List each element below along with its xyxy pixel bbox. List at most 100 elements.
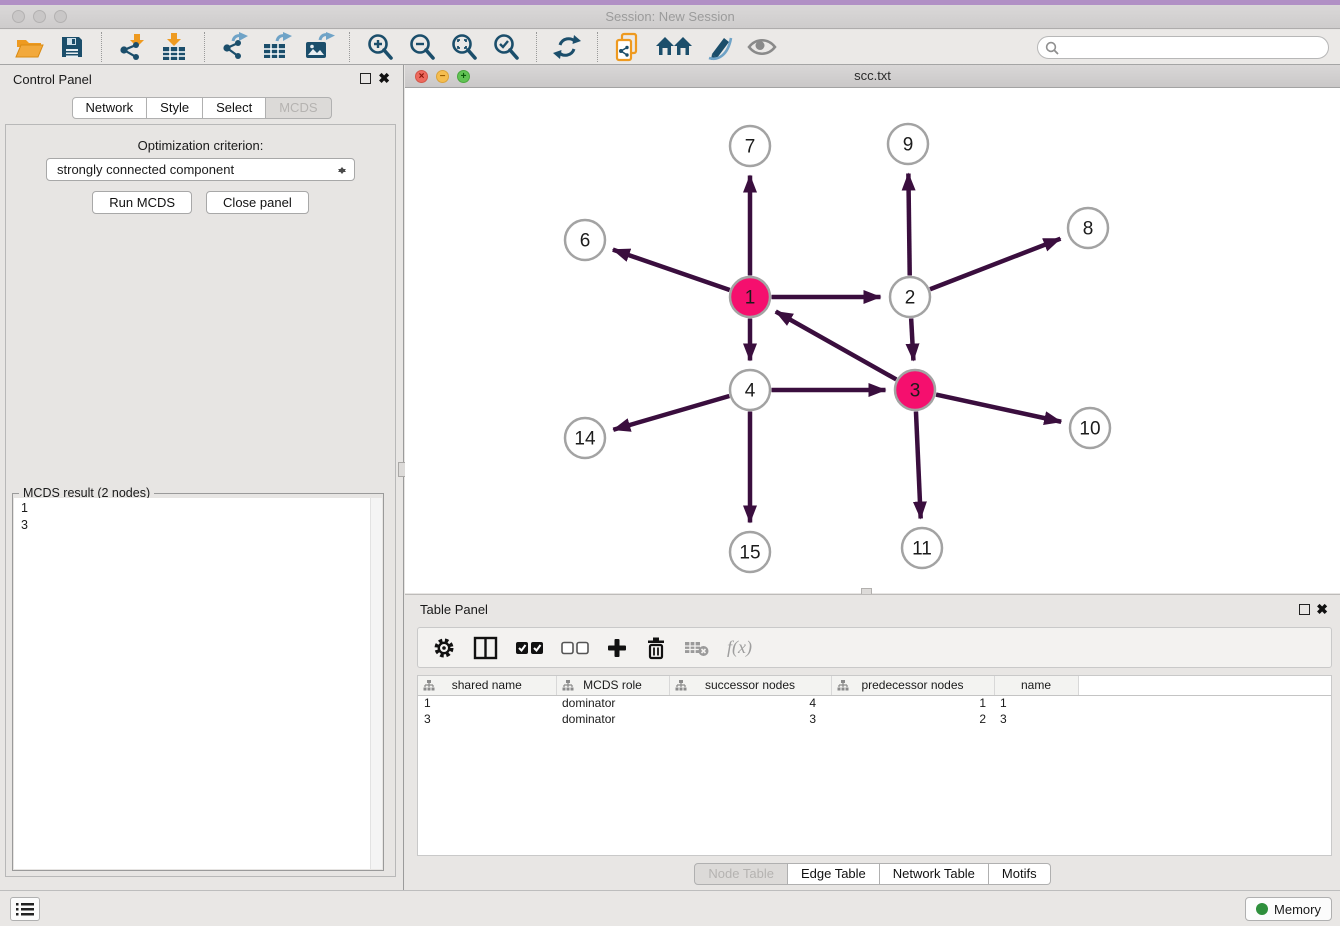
fx-label: f(x) (727, 637, 752, 658)
column-header-shared-name[interactable]: shared name (418, 676, 556, 695)
network-canvas[interactable]: 7 9 6 8 1 2 4 3 14 10 15 11 (405, 88, 1340, 593)
column-header-name[interactable]: name (994, 676, 1078, 695)
toolbar-separator (597, 32, 598, 62)
svg-text:1: 1 (745, 288, 756, 309)
zoom-fit-icon[interactable] (448, 32, 480, 62)
graph-edge-2-9[interactable] (908, 173, 909, 275)
settings-gear-icon[interactable] (432, 634, 456, 662)
mcds-tab-content: Optimization criterion: strongly connect… (5, 124, 396, 877)
graph-node-4[interactable]: 4 (730, 370, 770, 410)
trash-icon[interactable] (645, 634, 667, 662)
graph-edge-3-11[interactable] (916, 411, 921, 518)
task-history-button[interactable] (10, 897, 40, 921)
graph-edge-3-1[interactable] (776, 311, 897, 379)
close-panel-icon[interactable]: ✖ (378, 70, 390, 86)
optimization-criterion-label: Optimization criterion: (6, 138, 395, 153)
tab-network[interactable]: Network (71, 97, 147, 119)
criterion-select[interactable]: strongly connected component (46, 158, 355, 181)
columns-icon[interactable] (473, 634, 499, 662)
svg-text:14: 14 (574, 429, 596, 450)
float-panel-button[interactable] (360, 73, 371, 84)
graph-edge-3-10[interactable] (936, 395, 1061, 422)
memory-status-icon (1256, 903, 1268, 915)
zoom-out-icon[interactable] (406, 32, 438, 62)
column-header-mcds-role[interactable]: MCDS role (556, 676, 669, 695)
import-table-icon[interactable] (158, 32, 190, 62)
function-icon[interactable]: f(x) (727, 634, 752, 662)
memory-label: Memory (1274, 902, 1321, 917)
tab-edge-table[interactable]: Edge Table (788, 863, 880, 885)
graph-node-9[interactable]: 9 (888, 124, 928, 164)
graph-node-7[interactable]: 7 (730, 126, 770, 166)
control-panel: Control Panel ✖ Network Style Select MCD… (0, 65, 404, 890)
graph-node-11[interactable]: 11 (902, 528, 942, 568)
zoom-selected-icon[interactable] (490, 32, 522, 62)
list-icon (16, 902, 34, 917)
run-mcds-button[interactable]: Run MCDS (92, 191, 192, 214)
add-icon[interactable] (606, 634, 628, 662)
search-icon (1045, 41, 1059, 55)
home-icon[interactable] (654, 32, 694, 62)
table-panel: Table Panel ✖ f(x) (405, 594, 1340, 890)
refresh-icon[interactable] (551, 32, 583, 62)
graph-node-10[interactable]: 10 (1070, 408, 1110, 448)
graph-node-3[interactable]: 3 (895, 370, 935, 410)
svg-text:7: 7 (745, 137, 756, 158)
delete-table-icon[interactable] (684, 634, 710, 662)
graph-node-8[interactable]: 8 (1068, 208, 1108, 248)
hide-style-icon[interactable] (704, 32, 736, 62)
import-network-icon[interactable] (116, 32, 148, 62)
clone-network-icon[interactable] (612, 32, 644, 62)
mcds-result-item: 3 (21, 517, 382, 534)
column-header-predecessor-nodes[interactable]: predecessor nodes (831, 676, 994, 695)
tab-select[interactable]: Select (203, 97, 266, 119)
graph-node-2[interactable]: 2 (890, 277, 930, 317)
table-tabs: Node Table Edge Table Network Table Moti… (405, 863, 1340, 885)
column-header-successor-nodes[interactable]: successor nodes (669, 676, 831, 695)
zoom-in-icon[interactable] (364, 32, 396, 62)
graph-node-1[interactable]: 1 (730, 277, 770, 317)
graph-node-15[interactable]: 15 (730, 532, 770, 572)
close-panel-button[interactable]: Close panel (206, 191, 309, 214)
svg-text:2: 2 (905, 288, 916, 309)
open-icon[interactable] (13, 32, 45, 62)
svg-text:10: 10 (1079, 419, 1100, 440)
deselect-all-icon[interactable] (561, 634, 589, 662)
export-network-icon[interactable] (219, 32, 251, 62)
graph-node-14[interactable]: 14 (565, 418, 605, 458)
mcds-result-scrollbar[interactable] (370, 498, 382, 869)
criterion-value: strongly connected component (57, 162, 234, 177)
network-graph[interactable]: 7 9 6 8 1 2 4 3 14 10 15 11 (405, 88, 1340, 593)
graph-edge-2-8[interactable] (930, 239, 1060, 290)
main-toolbar (0, 30, 1340, 65)
memory-button[interactable]: Memory (1245, 897, 1332, 921)
graph-edge-1-6[interactable] (613, 250, 730, 290)
toolbar-separator (349, 32, 350, 62)
graph-node-6[interactable]: 6 (565, 220, 605, 260)
tab-network-table[interactable]: Network Table (880, 863, 989, 885)
export-table-icon[interactable] (261, 32, 293, 62)
svg-text:11: 11 (912, 539, 932, 560)
save-icon[interactable] (55, 32, 87, 62)
toolbar-separator (536, 32, 537, 62)
column-type-icon (837, 680, 849, 694)
table-row[interactable]: 3dominator323 (418, 711, 1331, 727)
select-all-icon[interactable] (516, 634, 544, 662)
toolbar-separator (204, 32, 205, 62)
tab-node-table[interactable]: Node Table (694, 863, 788, 885)
float-table-panel-button[interactable] (1299, 604, 1310, 615)
tab-motifs[interactable]: Motifs (989, 863, 1051, 885)
tab-style[interactable]: Style (147, 97, 203, 119)
node-table: shared name MCDS role successor nodes pr… (417, 675, 1332, 856)
search-input[interactable] (1063, 39, 1328, 57)
close-table-panel-icon[interactable]: ✖ (1316, 601, 1328, 617)
svg-text:4: 4 (745, 381, 756, 402)
graph-edge-2-3[interactable] (911, 318, 913, 360)
eye-icon[interactable] (746, 32, 778, 62)
table-row[interactable]: 1dominator411 (418, 695, 1331, 711)
graph-edge-4-14[interactable] (613, 396, 729, 430)
mcds-result-list[interactable]: 13 (14, 498, 382, 869)
tab-mcds[interactable]: MCDS (266, 97, 331, 119)
column-type-icon (675, 680, 687, 694)
export-image-icon[interactable] (303, 32, 335, 62)
